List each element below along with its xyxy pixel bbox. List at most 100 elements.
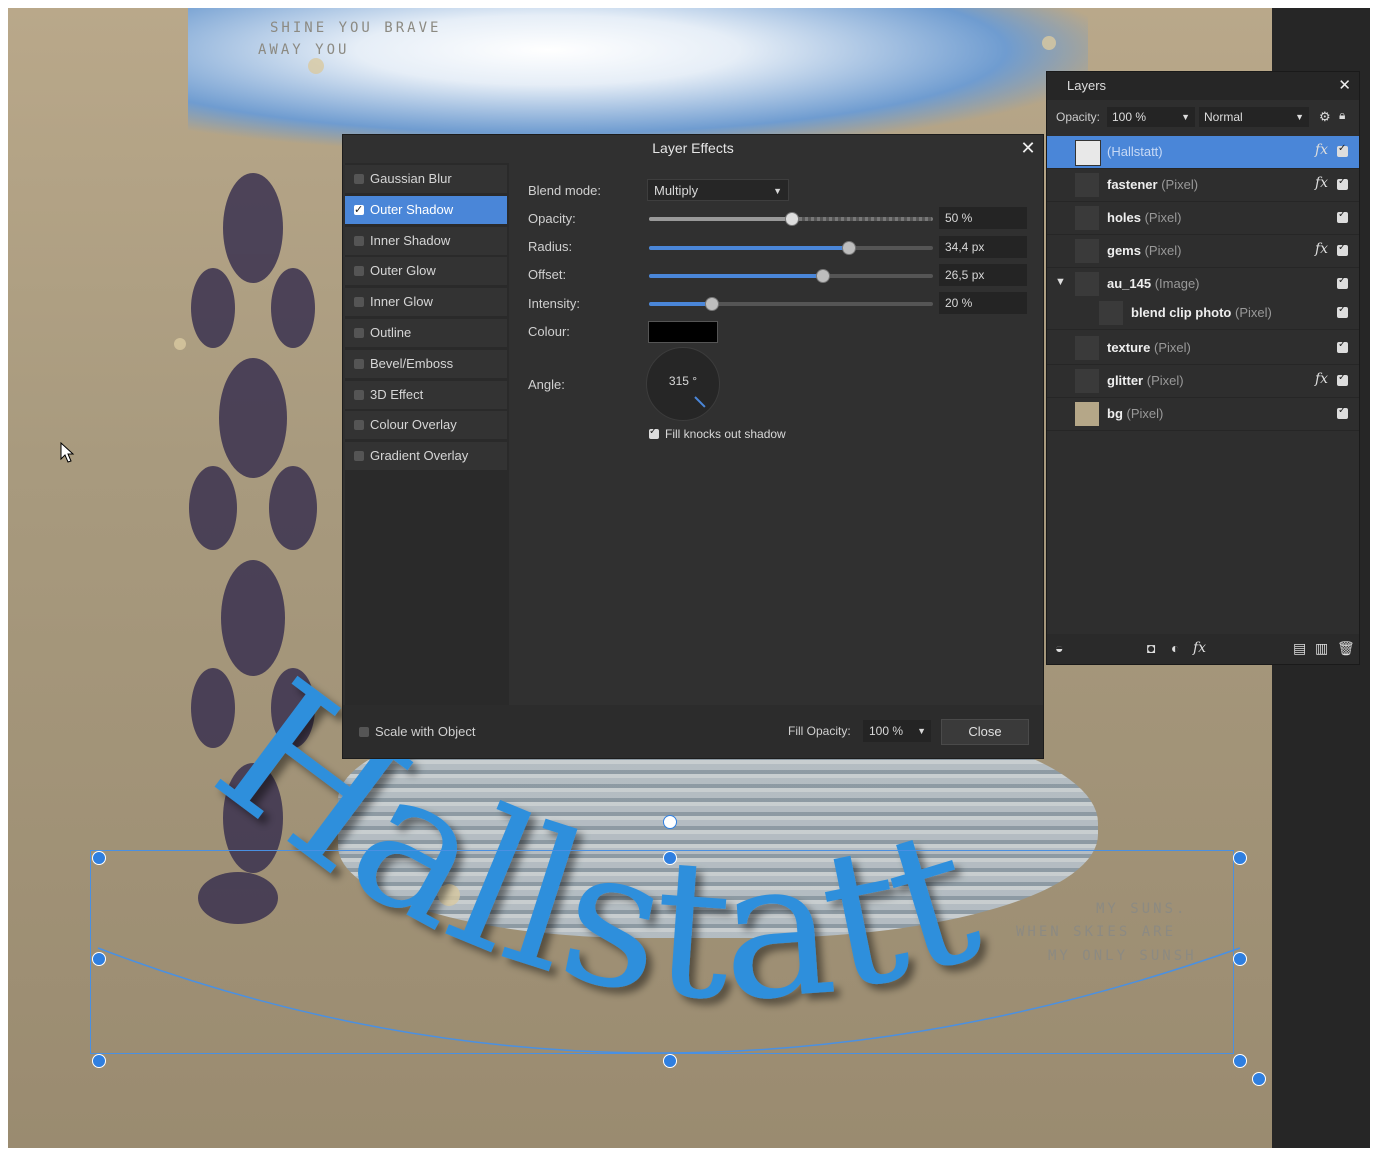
resize-handle-s[interactable] xyxy=(663,1054,677,1068)
visibility-checkbox[interactable] xyxy=(1337,143,1348,157)
intensity-slider[interactable] xyxy=(649,297,933,311)
offset-slider-fill xyxy=(649,274,823,278)
effect-item[interactable]: Bevel/Emboss xyxy=(345,349,507,378)
layer-mode-icon[interactable]: ◒ xyxy=(1055,640,1063,656)
layer-thumbnail xyxy=(1075,336,1099,360)
layer-type: (Image) xyxy=(1154,276,1200,291)
path-start-handle[interactable] xyxy=(663,815,677,829)
opacity-slider-knob[interactable] xyxy=(785,212,799,226)
resize-handle-ne[interactable] xyxy=(1233,851,1247,865)
offset-field[interactable]: 26,5 px xyxy=(939,264,1027,286)
close-button[interactable]: Close xyxy=(941,719,1029,745)
fill-opacity-select[interactable]: 100 % ▼ xyxy=(863,720,931,742)
layer-name-text: (Hallstatt) xyxy=(1107,144,1163,159)
colour-swatch[interactable] xyxy=(648,321,718,343)
fill-knocks-checkbox[interactable]: Fill knocks out shadow xyxy=(649,426,786,441)
close-icon[interactable]: ✕ xyxy=(1338,76,1351,94)
opacity-slider[interactable] xyxy=(649,212,933,226)
layer-row[interactable]: fastener (Pixel) fx xyxy=(1047,169,1359,202)
resize-handle-w[interactable] xyxy=(92,952,106,966)
layer-thumbnail xyxy=(1075,173,1099,197)
checkbox-checked-icon[interactable] xyxy=(354,196,364,224)
fx-icon[interactable]: fx xyxy=(1315,241,1328,257)
layer-thumbnail xyxy=(1099,301,1123,325)
effect-item[interactable]: Gradient Overlay xyxy=(345,442,507,471)
resize-handle-n[interactable] xyxy=(663,851,677,865)
checkbox-unchecked-icon[interactable] xyxy=(354,451,364,462)
effect-item[interactable]: Colour Overlay xyxy=(345,411,507,440)
blend-mode-select[interactable]: Multiply ▼ xyxy=(647,179,789,201)
layer-opacity-value: 100 % xyxy=(1112,110,1147,124)
fx-icon[interactable]: fx xyxy=(1315,371,1328,387)
checkbox-unchecked-icon[interactable] xyxy=(354,266,364,277)
effect-item[interactable]: Inner Shadow xyxy=(345,226,507,255)
rotate-handle[interactable] xyxy=(1252,1072,1266,1086)
visibility-checkbox[interactable] xyxy=(1337,242,1348,256)
effect-item[interactable]: 3D Effect xyxy=(345,380,507,409)
layers-tab[interactable]: Layers xyxy=(1067,78,1106,93)
layer-row[interactable]: bg (Pixel) xyxy=(1047,398,1359,431)
effect-item[interactable]: Outline xyxy=(345,319,507,347)
layer-opacity-select[interactable]: 100 % ▼ xyxy=(1107,107,1195,127)
resize-handle-e[interactable] xyxy=(1233,952,1247,966)
checkbox-unchecked-icon[interactable] xyxy=(354,297,364,308)
effect-item[interactable]: Inner Glow xyxy=(345,288,507,317)
close-icon[interactable]: ✕ xyxy=(1017,137,1039,159)
intensity-label: Intensity: xyxy=(528,296,581,311)
layer-row[interactable]: texture (Pixel) xyxy=(1047,332,1359,365)
opacity-field[interactable]: 50 % xyxy=(939,207,1027,229)
fx-icon[interactable]: fx xyxy=(1315,142,1328,158)
offset-slider[interactable] xyxy=(649,269,933,283)
visibility-checkbox[interactable] xyxy=(1337,304,1348,318)
layers-panel: Layers ✕ Opacity: 100 % ▼ Normal ▼ ⚙ 🔒︎ … xyxy=(1047,72,1359,664)
add-group-icon[interactable]: ▥ xyxy=(1315,640,1328,657)
trash-icon[interactable]: 🗑︎ xyxy=(1337,640,1355,657)
checkbox-unchecked-icon[interactable] xyxy=(354,235,364,246)
effect-item[interactable]: Outer Shadow xyxy=(345,195,507,224)
visibility-checkbox[interactable] xyxy=(1337,405,1348,419)
gear-icon[interactable]: ⚙ xyxy=(1319,109,1331,125)
add-pixel-layer-icon[interactable]: ▤ xyxy=(1293,640,1306,657)
checkbox-unchecked-icon[interactable] xyxy=(354,174,364,184)
visibility-checkbox[interactable] xyxy=(1337,339,1348,353)
intensity-field[interactable]: 20 % xyxy=(939,292,1027,314)
resize-handle-se[interactable] xyxy=(1233,1054,1247,1068)
visibility-checkbox[interactable] xyxy=(1337,209,1348,223)
resize-handle-nw[interactable] xyxy=(92,851,106,865)
checkbox-unchecked-icon[interactable] xyxy=(354,328,364,338)
fx-icon[interactable]: fx xyxy=(1315,175,1328,191)
effect-item[interactable]: Gaussian Blur xyxy=(345,165,507,193)
mask-layer-icon[interactable]: ◘ xyxy=(1147,640,1155,656)
scale-with-object-checkbox[interactable]: Scale with Object xyxy=(359,724,475,739)
lock-icon[interactable]: 🔒︎ xyxy=(1339,108,1345,123)
visibility-checkbox[interactable] xyxy=(1337,176,1348,190)
checkbox-checked-icon xyxy=(649,426,659,439)
colour-label: Colour: xyxy=(528,324,570,339)
layer-row[interactable]: (Hallstatt) fx xyxy=(1047,136,1359,169)
checkbox-unchecked-icon[interactable] xyxy=(354,389,364,400)
effect-label: Colour Overlay xyxy=(370,417,457,433)
selection-box[interactable] xyxy=(90,850,1234,1054)
layer-row[interactable]: holes (Pixel) xyxy=(1047,202,1359,235)
expand-triangle-icon[interactable]: ▼ xyxy=(1055,276,1066,288)
offset-slider-knob[interactable] xyxy=(816,269,831,283)
layer-row[interactable]: glitter (Pixel) fx xyxy=(1047,365,1359,398)
radius-slider[interactable] xyxy=(649,241,933,255)
visibility-checkbox[interactable] xyxy=(1337,275,1348,289)
angle-dial[interactable]: 315 ° xyxy=(646,347,720,421)
radius-slider-knob[interactable] xyxy=(841,241,856,255)
layer-row[interactable]: gems (Pixel) fx xyxy=(1047,235,1359,268)
resize-handle-sw[interactable] xyxy=(92,1054,106,1068)
checkbox-unchecked-icon[interactable] xyxy=(354,420,364,431)
layer-row[interactable]: blend clip photo (Pixel) xyxy=(1047,297,1359,330)
visibility-checkbox[interactable] xyxy=(1337,372,1348,386)
layer-opacity-label: Opacity: xyxy=(1056,110,1101,124)
layer-blend-select[interactable]: Normal ▼ xyxy=(1199,107,1309,127)
radius-field[interactable]: 34,4 px xyxy=(939,236,1027,258)
intensity-slider-knob[interactable] xyxy=(705,297,720,311)
fx-icon[interactable]: fx xyxy=(1193,640,1206,656)
radius-slider-fill xyxy=(649,246,848,250)
effect-item[interactable]: Outer Glow xyxy=(345,257,507,286)
checkbox-unchecked-icon[interactable] xyxy=(354,358,364,369)
adjustment-icon[interactable]: ◐ xyxy=(1171,640,1179,656)
